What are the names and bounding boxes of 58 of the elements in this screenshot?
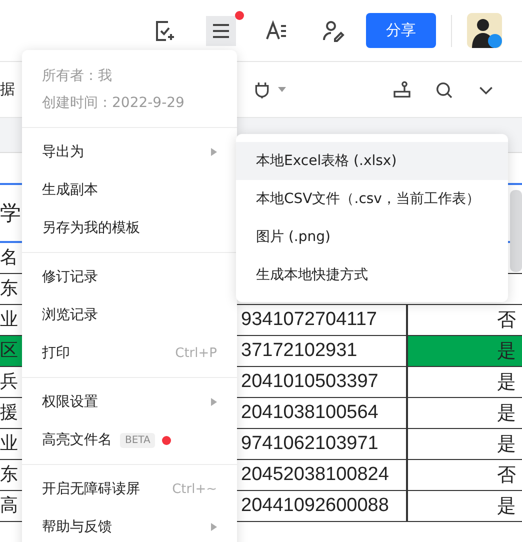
- notification-dot: [162, 436, 172, 444]
- menu-item[interactable]: 导出为: [22, 133, 237, 171]
- table-cell: 高: [0, 495, 18, 516]
- submenu-arrow-icon: [211, 398, 217, 406]
- table-cell: 是: [497, 433, 516, 455]
- table-cell: 是: [497, 371, 516, 393]
- menu-item[interactable]: 另存为我的模板: [22, 209, 237, 247]
- toolbar-label: 据: [0, 80, 16, 99]
- table-cell: 学: [0, 201, 21, 225]
- table-cell: 否: [497, 464, 516, 486]
- submenu-arrow-icon: [211, 523, 217, 531]
- search-icon: [434, 80, 454, 100]
- table-cell: 37172102931: [241, 340, 358, 361]
- submenu-item[interactable]: 本地CSV文件（.csv，当前工作表）: [236, 180, 508, 218]
- table-cell: 是: [497, 402, 516, 424]
- table-cell: 东: [0, 278, 18, 299]
- table-cell: 9341072704117: [241, 309, 377, 330]
- caret-icon[interactable]: [278, 86, 286, 92]
- submenu-item[interactable]: 生成本地快捷方式: [236, 256, 508, 294]
- table-cell: 是: [497, 495, 516, 517]
- menu-item[interactable]: 帮助与反馈: [22, 508, 237, 542]
- menu-item[interactable]: 打印 Ctrl+P: [22, 334, 237, 372]
- shortcut-label: Ctrl+P: [175, 346, 217, 360]
- table-cell: 区: [0, 340, 18, 361]
- note-plus-icon: [153, 18, 177, 42]
- menu-item[interactable]: 高亮文件名 BETA: [22, 421, 237, 459]
- table-cell: 名: [0, 247, 18, 268]
- table-cell: 东: [0, 464, 18, 485]
- person-pencil-icon: [321, 18, 345, 42]
- table-cell: 业: [0, 433, 18, 454]
- menu-item[interactable]: 开启无障碍读屏 Ctrl+~: [22, 470, 237, 508]
- file-info: 所有者：我: [42, 67, 113, 86]
- table-cell: 业: [0, 309, 18, 330]
- menu-button[interactable]: [206, 16, 236, 46]
- table-cell: 援: [0, 402, 18, 423]
- table-cell: 否: [497, 309, 516, 331]
- submenu-item[interactable]: 图片 (.png): [236, 218, 508, 256]
- text-format-icon: [265, 18, 289, 42]
- file-info: 创建时间：2022-9-29: [42, 94, 186, 113]
- table-cell: 20441092600088: [241, 495, 389, 516]
- submenu-item[interactable]: 本地Excel表格 (.xlsx): [236, 142, 508, 180]
- table-cell: 兵: [0, 371, 18, 392]
- table-cell: 2041010503397: [241, 371, 378, 392]
- menu-item[interactable]: 权限设置: [22, 383, 237, 421]
- submenu-arrow-icon: [211, 148, 217, 156]
- avatar[interactable]: [467, 13, 502, 48]
- menu-item[interactable]: 修订记录: [22, 258, 237, 296]
- shortcut-label: Ctrl+~: [172, 482, 217, 496]
- share-button[interactable]: 分享: [366, 13, 436, 48]
- scrollbar[interactable]: [510, 190, 522, 272]
- stamp-icon: [392, 80, 412, 100]
- table-cell: 9741062103971: [241, 433, 378, 454]
- table-cell: 20452038100824: [241, 464, 389, 485]
- table-cell: 是: [497, 340, 516, 362]
- beta-badge: BETA: [120, 432, 156, 448]
- menu-item[interactable]: 生成副本: [22, 171, 237, 209]
- menu-item[interactable]: 浏览记录: [22, 296, 237, 334]
- table-cell: 2041038100564: [241, 402, 378, 423]
